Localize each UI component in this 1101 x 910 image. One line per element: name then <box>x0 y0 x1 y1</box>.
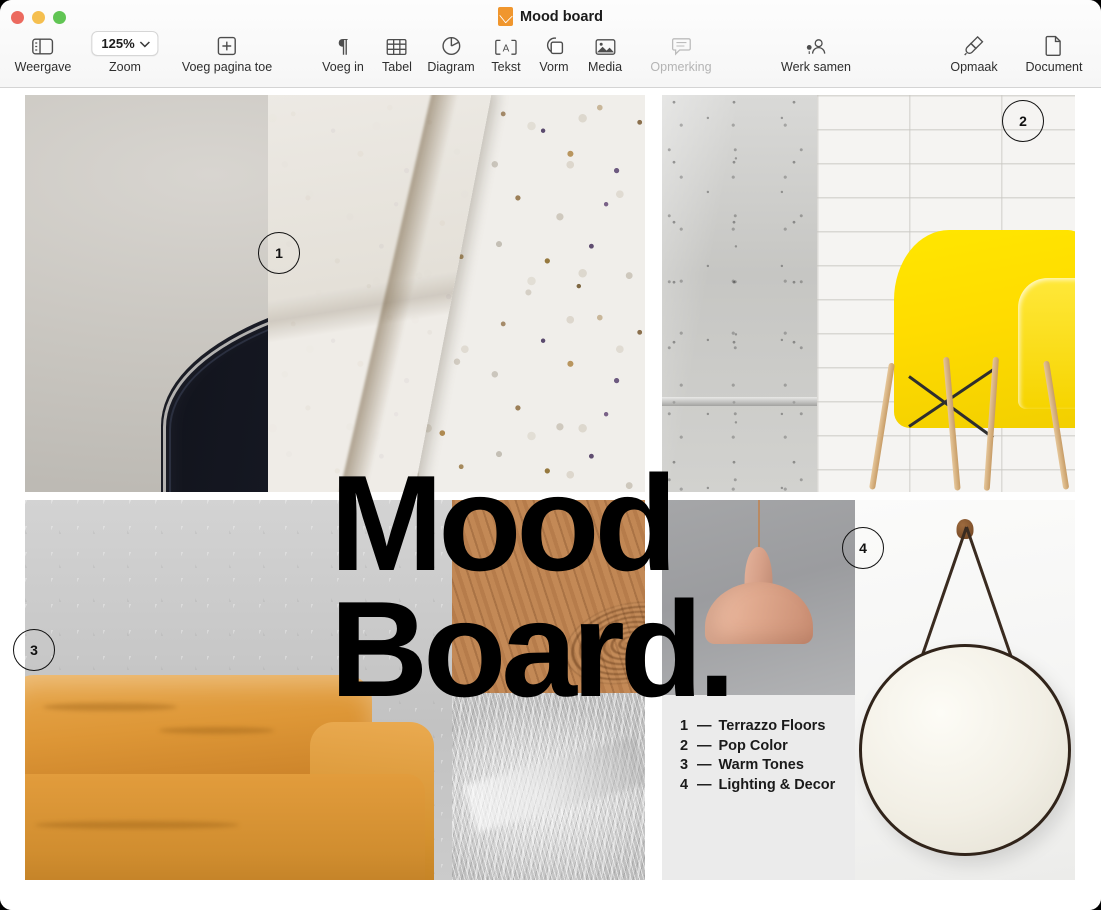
concrete-texture <box>662 95 817 492</box>
image-wood-grain[interactable] <box>452 500 645 693</box>
document-title[interactable]: Mood board <box>0 7 1101 26</box>
toolbar-button-chart[interactable]: Diagram <box>427 30 475 74</box>
toolbar-label-table: Tabel <box>382 60 412 74</box>
image-pink-pendant-lamp[interactable] <box>662 500 855 695</box>
toolbar-label-chart: Diagram <box>427 60 475 74</box>
image-yellow-chair[interactable] <box>817 95 1075 492</box>
sidebar-icon <box>32 30 54 56</box>
legend-item: 1 — Terrazzo Floors <box>680 717 855 737</box>
tan-sofa-shape <box>25 674 452 880</box>
toolbar-label-shape: Vorm <box>539 60 569 74</box>
toolbar-zoom-control[interactable]: 125% Zoom <box>91 30 159 74</box>
legend-number: 4 <box>680 776 689 793</box>
marker-3[interactable]: 3 <box>13 629 55 671</box>
table-icon <box>386 30 407 56</box>
toolbar-label-media: Media <box>587 60 623 74</box>
document-icon <box>1045 30 1063 56</box>
marker-number: 3 <box>30 642 38 658</box>
toolbar-label-view: Weergave <box>14 60 72 74</box>
image-tan-sofa[interactable] <box>25 500 452 880</box>
collaborate-icon <box>804 30 828 56</box>
toolbar-label-comment: Opmerking <box>650 60 712 74</box>
legend-number: 3 <box>680 757 689 773</box>
legend-number: 2 <box>680 737 689 754</box>
toolbar-label-collaborate: Werk samen <box>781 60 851 74</box>
toolbar-button-shape[interactable]: Vorm <box>539 30 569 74</box>
toolbar-button-insert[interactable]: ¶ Voeg in <box>322 30 364 74</box>
zoom-pill[interactable]: 125% <box>91 30 159 56</box>
pages-document-icon <box>498 7 514 26</box>
legend-item: 3 — Warm Tones <box>680 756 855 776</box>
image-concrete-wall[interactable] <box>662 95 817 492</box>
toolbar-button-table[interactable]: Tabel <box>382 30 412 74</box>
marker-number: 1 <box>275 245 283 261</box>
sofa-crease <box>43 703 177 712</box>
legend-number: 1 <box>680 718 689 734</box>
concrete-seam <box>662 396 817 406</box>
marker-2[interactable]: 2 <box>1002 100 1044 142</box>
toolbar-button-comment: Opmerking <box>650 30 712 74</box>
toolbar-label-insert: Voeg in <box>322 60 364 74</box>
chevron-down-icon <box>140 40 151 47</box>
toolbar-label-add-page: Voeg pagina toe <box>181 60 273 74</box>
document-title-text: Mood board <box>520 8 603 25</box>
toolbar-label-zoom: Zoom <box>109 60 141 74</box>
svg-text:A: A <box>503 43 510 54</box>
titlebar: Mood board Weergave 125% Zoom Voeg pagin… <box>0 0 1101 88</box>
toolbar-button-add-page[interactable]: Voeg pagina toe <box>182 30 272 74</box>
legend-item: 4 — Lighting & Decor <box>680 776 855 796</box>
sofa-crease <box>158 726 275 734</box>
svg-text:¶: ¶ <box>338 35 349 56</box>
image-grey-fur-rug[interactable] <box>452 693 645 880</box>
paintbrush-icon <box>964 30 985 56</box>
pilcrow-icon: ¶ <box>334 30 352 56</box>
toolbar-label-document: Document <box>1025 60 1083 74</box>
shapes-icon <box>544 30 565 56</box>
lamp-cord <box>757 500 760 551</box>
text-box-icon: A <box>495 30 518 56</box>
toolbar-button-text[interactable]: A Tekst <box>491 30 521 74</box>
toolbar: Weergave 125% Zoom Voeg pagina toe ¶ Voe… <box>0 30 1101 86</box>
legend-dash: — <box>697 757 712 773</box>
document-canvas[interactable]: 1 — Terrazzo Floors 2 — Pop Color 3 — Wa… <box>0 88 1101 910</box>
legend-dash: — <box>697 776 712 793</box>
marker-number: 2 <box>1019 113 1027 129</box>
plus-box-icon <box>217 30 237 56</box>
toolbar-button-media[interactable]: Media <box>588 30 622 74</box>
toolbar-button-document[interactable]: Document <box>1025 30 1083 74</box>
toolbar-button-format[interactable]: Opmaak <box>950 30 998 74</box>
toolbar-label-text: Tekst <box>491 60 521 74</box>
comment-icon <box>671 30 691 56</box>
zoom-value: 125% <box>101 36 135 51</box>
legend-item: 2 — Pop Color <box>680 737 855 757</box>
marker-1[interactable]: 1 <box>258 232 300 274</box>
marker-4[interactable]: 4 <box>842 527 884 569</box>
image-terrazzo-slab[interactable] <box>268 95 645 492</box>
sofa-crease <box>34 820 239 829</box>
photo-icon <box>594 30 615 56</box>
toolbar-button-view[interactable]: Weergave <box>14 30 72 74</box>
image-round-strap-mirror[interactable] <box>855 500 1075 880</box>
legend-label: Warm Tones <box>718 757 804 773</box>
legend-panel: 1 — Terrazzo Floors 2 — Pop Color 3 — Wa… <box>662 695 855 880</box>
toolbar-button-collaborate[interactable]: Werk samen <box>781 30 851 74</box>
chart-pie-icon <box>441 30 461 56</box>
toolbar-label-format: Opmaak <box>950 60 998 74</box>
legend-label: Lighting & Decor <box>718 776 836 793</box>
legend-dash: — <box>697 737 712 754</box>
mirror-ring <box>859 644 1071 857</box>
marker-number: 4 <box>859 540 867 556</box>
pages-window: Mood board Weergave 125% Zoom Voeg pagin… <box>0 0 1101 910</box>
legend-label: Pop Color <box>718 737 788 754</box>
legend-label: Terrazzo Floors <box>718 718 826 734</box>
legend-dash: — <box>697 718 712 734</box>
